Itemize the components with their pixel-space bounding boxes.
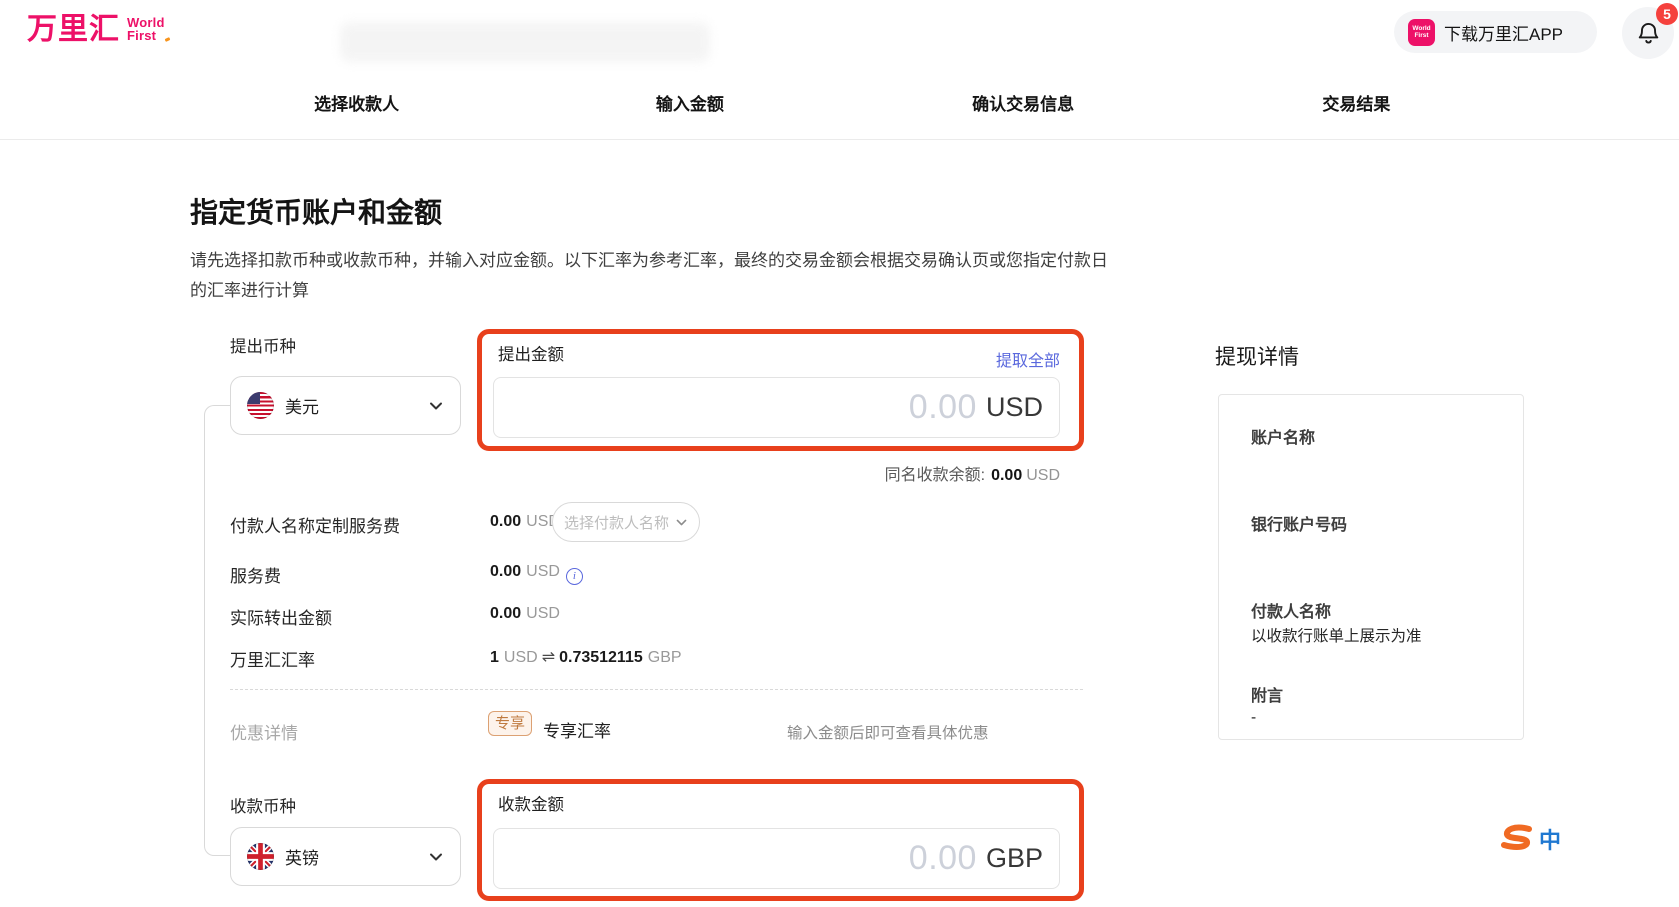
- exchange-rate-value: 1USD⇌0.73512115GBP: [490, 647, 682, 667]
- payout-amount-input[interactable]: [510, 388, 977, 427]
- payer-name-value: 以收款行账单上展示为准: [1251, 624, 1422, 646]
- payout-amount-label: 提出金额: [498, 341, 564, 365]
- payout-currency-name: 美元: [285, 393, 417, 418]
- currency-link-bracket: [204, 405, 230, 856]
- chevron-down-icon: [675, 516, 688, 529]
- step-nav: 选择收款人 输入金额 确认交易信息 交易结果: [190, 83, 1523, 121]
- us-flag-icon: [247, 392, 274, 419]
- worldfirst-logo: 万里汇 World First: [27, 13, 165, 47]
- exclusive-badge: 专享: [488, 711, 532, 736]
- receive-currency-select[interactable]: 英镑: [230, 827, 461, 886]
- receive-amount-currency: GBP: [986, 843, 1043, 874]
- logo-accent-mark: [164, 37, 170, 42]
- uk-flag-icon: [247, 843, 274, 870]
- sogou-icon: [1496, 824, 1536, 852]
- page-subtitle: 请先选择扣款币种或收款币种，并输入对应金额。以下汇率为参考汇率，最终的交易金额会…: [190, 246, 1118, 306]
- custom-name-fee-label: 付款人名称定制服务费: [230, 512, 400, 537]
- service-fee-label: 服务费: [230, 562, 281, 587]
- logo-text-cn: 万里汇: [27, 13, 120, 47]
- account-name-label: 账户名称: [1251, 424, 1315, 448]
- exchange-rate-label: 万里汇汇率: [230, 646, 315, 671]
- actual-amount-label: 实际转出金额: [230, 604, 332, 629]
- step-confirm-info[interactable]: 确认交易信息: [857, 83, 1190, 121]
- loading-skeleton: [340, 22, 710, 62]
- exchange-arrows-icon: ⇌: [542, 649, 555, 666]
- balance-label: 同名收款余额:: [885, 467, 985, 484]
- withdrawal-details-title: 提现详情: [1215, 341, 1299, 371]
- notifications-button[interactable]: 5: [1622, 7, 1674, 59]
- step-result[interactable]: 交易结果: [1190, 83, 1523, 121]
- promo-details-label: 优惠详情: [230, 719, 298, 744]
- actual-amount-value: 0.00USD: [490, 605, 560, 623]
- withdraw-all-link[interactable]: 提取全部: [900, 347, 1060, 371]
- balance-currency: USD: [1026, 467, 1060, 484]
- ime-indicator: 中: [1496, 824, 1561, 852]
- bank-account-number-label: 银行账户号码: [1251, 511, 1347, 535]
- chevron-down-icon: [428, 849, 444, 865]
- memo-label: 附言: [1251, 682, 1283, 706]
- balance-value: 0.00: [991, 467, 1022, 484]
- step-enter-amount[interactable]: 输入金额: [523, 83, 856, 121]
- worldfirst-app-icon: World First: [1408, 19, 1435, 46]
- notification-count-badge: 5: [1656, 3, 1678, 25]
- payer-name-label: 付款人名称: [1251, 598, 1331, 622]
- info-icon[interactable]: i: [566, 568, 583, 585]
- header: 万里汇 World First World First 下载万里汇APP 5 选…: [0, 0, 1679, 140]
- custom-name-fee-value: 0.00USD: [490, 513, 560, 531]
- same-name-balance: 同名收款余额: 0.00USD: [560, 461, 1060, 485]
- page-title: 指定货币账户和金额: [190, 191, 442, 231]
- receive-amount-label: 收款金额: [498, 791, 564, 815]
- service-fee-value: 0.00USDi: [490, 563, 583, 585]
- logo-text-en: World First: [127, 13, 165, 42]
- payout-amount-box: USD: [493, 377, 1060, 438]
- memo-value: -: [1251, 709, 1256, 727]
- ime-language-char: 中: [1539, 830, 1561, 852]
- receive-currency-label: 收款币种: [230, 793, 296, 817]
- receive-currency-name: 英镑: [285, 844, 417, 869]
- step-select-payee[interactable]: 选择收款人: [190, 83, 523, 121]
- bell-icon: [1635, 20, 1662, 47]
- receive-amount-input[interactable]: [510, 839, 977, 878]
- payout-currency-select[interactable]: 美元: [230, 376, 461, 435]
- exclusive-rate-label: 专享汇率: [543, 717, 611, 742]
- download-app-label: 下载万里汇APP: [1444, 20, 1563, 45]
- payer-name-select[interactable]: 选择付款人名称: [552, 502, 700, 542]
- download-app-button[interactable]: World First 下载万里汇APP: [1394, 11, 1597, 53]
- receive-amount-box: GBP: [493, 828, 1060, 889]
- payout-amount-currency: USD: [986, 392, 1043, 423]
- worldfirst-transfer-page: 万里汇 World First World First 下载万里汇APP 5 选…: [0, 0, 1679, 907]
- chevron-down-icon: [428, 398, 444, 414]
- divider: [230, 689, 1083, 690]
- promo-hint: 输入金额后即可查看具体优惠: [787, 721, 989, 743]
- payout-currency-label: 提出币种: [230, 333, 296, 357]
- withdrawal-details-card: 账户名称 银行账户号码 付款人名称 以收款行账单上展示为准 附言 -: [1218, 394, 1524, 740]
